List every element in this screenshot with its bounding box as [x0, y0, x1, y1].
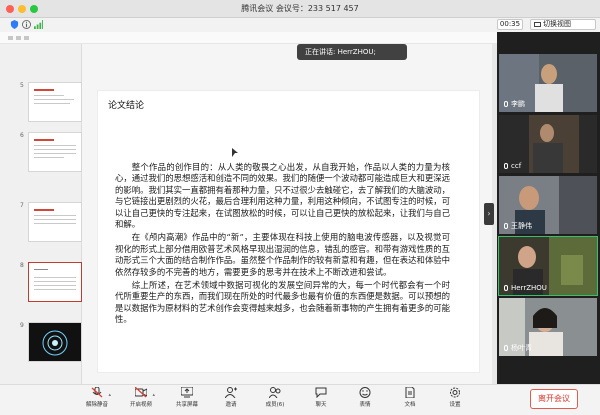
switch-view-label: 切换视图	[543, 20, 571, 28]
window-title: 腾讯会议 会议号：233 517 457	[241, 4, 359, 13]
info-icon[interactable]	[22, 20, 31, 29]
mic-icon	[504, 345, 508, 351]
switch-view-button[interactable]: 切换视图	[530, 19, 596, 30]
participant-name: HerrZHOU	[504, 284, 547, 292]
mic-off-icon	[91, 387, 103, 398]
meeting-timer: 00:35	[497, 19, 523, 30]
camera-off-icon	[135, 387, 147, 398]
ppt-toolbar	[0, 32, 497, 44]
mic-icon	[504, 285, 508, 291]
share-screen-icon	[181, 387, 193, 398]
participant-name: 王静伟	[504, 221, 532, 231]
maximize-window-button[interactable]	[30, 5, 38, 13]
ppt-tool-icon[interactable]	[8, 36, 13, 40]
slide-thumbnail-selected[interactable]	[28, 262, 82, 302]
slide-thumbnail[interactable]	[28, 82, 82, 122]
speaking-indicator: 正在讲话: HerrZHOU;	[297, 44, 407, 60]
unmute-button[interactable]: 解除静音 ▴	[77, 387, 117, 413]
members-button[interactable]: 成员(6)	[255, 387, 295, 413]
members-icon	[269, 387, 281, 398]
slide-thumbnail[interactable]	[28, 202, 82, 242]
invite-icon	[225, 387, 237, 398]
slide-body: 整个作品的创作目的：从人类的敬畏之心出发，从自我开始，作品以人类的力量为核心，通…	[115, 162, 450, 328]
leave-meeting-button[interactable]: 离开会议	[530, 389, 578, 409]
share-screen-button[interactable]: 共享屏幕	[167, 387, 207, 413]
settings-button[interactable]: 设置	[435, 387, 475, 413]
participant-name: 杨叶青	[504, 343, 532, 353]
thumb-number: 6	[20, 132, 24, 139]
slide-title: 论文结论	[108, 101, 145, 111]
thumb-number: 7	[20, 202, 24, 209]
thumb-number: 8	[20, 262, 24, 269]
video-tile[interactable]: ccf	[499, 115, 597, 173]
minimize-window-button[interactable]	[18, 5, 26, 13]
mouse-cursor-icon	[232, 148, 238, 157]
settings-icon	[450, 387, 460, 398]
video-tile[interactable]: 李鹏	[499, 54, 597, 112]
signal-icon[interactable]	[34, 20, 43, 29]
document-icon	[405, 387, 415, 398]
collapse-gallery-button[interactable]: ›	[484, 203, 494, 225]
close-window-button[interactable]	[6, 5, 14, 13]
shield-icon[interactable]	[10, 20, 19, 29]
document-button[interactable]: 文档	[390, 387, 430, 413]
start-video-button[interactable]: 开启视频 ▴	[121, 387, 161, 413]
mic-icon	[504, 101, 508, 107]
thumb-number: 5	[20, 82, 24, 89]
slide-paragraph: 综上所述，在艺术领域中数据可视化的发展空间异常的大，每一个时代都会有一个时代所重…	[115, 280, 450, 325]
ppt-tool-icon[interactable]	[24, 36, 29, 40]
participant-name: ccf	[504, 162, 521, 170]
grid-view-icon	[534, 22, 541, 27]
invite-button[interactable]: 邀请	[211, 387, 251, 413]
ppt-tool-icon[interactable]	[16, 36, 21, 40]
video-tile[interactable]: 杨叶青	[499, 298, 597, 356]
participant-name: 李鹏	[504, 99, 525, 109]
emoji-button[interactable]: 表情	[345, 387, 385, 413]
video-tile-active-speaker[interactable]: HerrZHOU	[498, 236, 598, 296]
chat-icon	[315, 387, 327, 398]
slide-thumbnail[interactable]	[28, 132, 82, 172]
thumb-number: 9	[20, 322, 24, 329]
slide-thumbnail[interactable]	[28, 322, 82, 362]
emoji-icon	[359, 387, 371, 398]
slide-paragraph: 整个作品的创作目的：从人类的敬畏之心出发，从自我开始，作品以人类的力量为核心，通…	[115, 162, 450, 230]
video-tile[interactable]: 王静伟	[499, 176, 597, 234]
mic-icon	[504, 223, 508, 229]
slide-paragraph: 在《颅内高潮》作品中的“新”，主要体现在科技上使用的脑电波传感器，以及视觉可视化…	[115, 232, 450, 277]
chat-button[interactable]: 聊天	[301, 387, 341, 413]
mic-icon	[504, 163, 508, 169]
